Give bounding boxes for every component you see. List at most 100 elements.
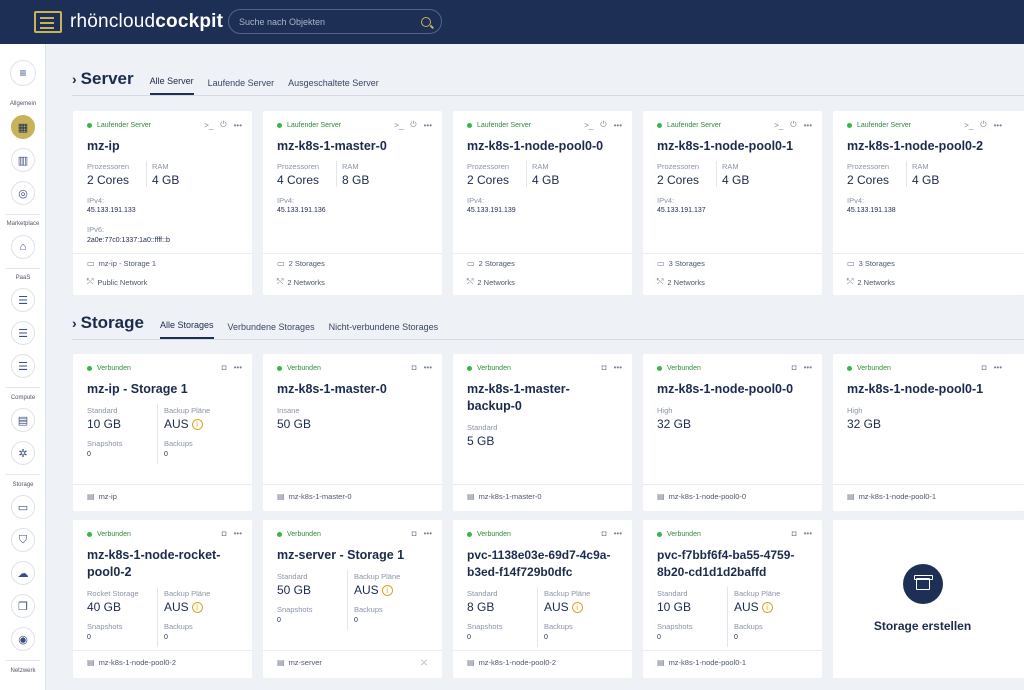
- kubernetes-icon[interactable]: ✲: [11, 441, 35, 465]
- storage-card[interactable]: Verbunden ◘ ••• mz-k8s-1-node-pool0-1 Hig…: [833, 354, 1024, 511]
- camera-icon[interactable]: ◘: [982, 363, 987, 372]
- database-icon[interactable]: ☰: [11, 321, 35, 345]
- storage-card[interactable]: Verbunden ◘ ••• mz-ip - Storage 1 Standar…: [73, 354, 252, 511]
- server-name[interactable]: mz-k8s-1-node-pool0-0: [467, 138, 627, 155]
- database-icon[interactable]: ☰: [11, 288, 35, 312]
- more-icon[interactable]: •••: [804, 363, 812, 372]
- storage-icon[interactable]: ▭: [11, 495, 35, 519]
- camera-icon[interactable]: ◘: [222, 363, 227, 372]
- storage-link[interactable]: ▭ 2 Storages: [277, 259, 325, 268]
- storage-section-title[interactable]: › Storage: [72, 313, 144, 339]
- shield-icon[interactable]: ⛉: [11, 528, 35, 552]
- more-icon[interactable]: •••: [424, 363, 432, 372]
- power-icon[interactable]: ⏻: [980, 120, 986, 130]
- server-name[interactable]: mz-k8s-1-node-pool0-1: [657, 138, 817, 155]
- search-icon[interactable]: [421, 16, 431, 27]
- storage-name[interactable]: mz-k8s-1-node-rocket-pool0-2: [87, 547, 237, 581]
- info-icon[interactable]: i: [191, 602, 203, 613]
- server-name[interactable]: mz-ip: [87, 138, 247, 155]
- camera-icon[interactable]: ◘: [412, 363, 417, 372]
- power-icon[interactable]: ⏻: [220, 120, 226, 130]
- storage-name[interactable]: mz-k8s-1-node-pool0-1: [847, 381, 1007, 398]
- more-icon[interactable]: •••: [234, 363, 242, 372]
- network-link[interactable]: ⤲ 2 Networks: [847, 277, 895, 287]
- storage-name[interactable]: mz-k8s-1-master-backup-0: [467, 381, 587, 415]
- more-icon[interactable]: •••: [424, 121, 432, 130]
- search-box[interactable]: [228, 9, 442, 34]
- console-icon[interactable]: >_: [394, 121, 403, 130]
- server-card[interactable]: Laufender Server >_ ⏻ ••• mz-ip Prozessore…: [73, 111, 252, 295]
- storage-name[interactable]: pvc-1138e03e-69d7-4c9a-b3ed-f14f729b0dfc: [467, 547, 627, 581]
- storage-link[interactable]: ▭ 3 Storages: [847, 259, 895, 268]
- files-icon[interactable]: ❐: [11, 594, 35, 618]
- info-icon[interactable]: i: [571, 602, 583, 613]
- network-link[interactable]: ⤲ Public Network: [87, 277, 147, 287]
- more-icon[interactable]: •••: [804, 529, 812, 538]
- more-icon[interactable]: •••: [614, 529, 622, 538]
- console-icon[interactable]: >_: [204, 121, 213, 130]
- storage-card[interactable]: Verbunden ◘ ••• mz-k8s-1-node-pool0-0 Hig…: [643, 354, 822, 511]
- server-card[interactable]: Laufender Server >_ ⏻ ••• mz-k8s-1-node-po…: [643, 111, 822, 295]
- cloud-icon[interactable]: ☁: [11, 561, 35, 585]
- more-icon[interactable]: •••: [234, 121, 242, 130]
- chart-icon[interactable]: ▥: [11, 148, 35, 172]
- storage-name[interactable]: mz-k8s-1-master-0: [277, 381, 437, 398]
- camera-icon[interactable]: ◘: [412, 529, 417, 538]
- tab-all-storages[interactable]: Alle Storages: [159, 320, 214, 339]
- tab-connected-storages[interactable]: Verbundene Storages: [228, 322, 315, 339]
- network-link[interactable]: ⤲ 2 Networks: [277, 277, 325, 287]
- camera-icon[interactable]: ◘: [792, 363, 797, 372]
- server-link[interactable]: ▤ mz-k8s-1-node-pool0-0: [657, 492, 746, 501]
- disk-icon[interactable]: ◉: [11, 627, 35, 651]
- storage-card[interactable]: Verbunden ◘ ••• mz-server - Storage 1 Sta…: [263, 520, 442, 678]
- server-link[interactable]: ▤ mz-ip: [87, 492, 117, 501]
- dashboard-icon[interactable]: ▦: [11, 115, 35, 139]
- more-icon[interactable]: •••: [994, 121, 1002, 130]
- info-icon[interactable]: i: [761, 602, 773, 613]
- info-icon[interactable]: i: [381, 585, 393, 596]
- storage-link[interactable]: ▭ 2 Storages: [467, 259, 515, 268]
- server-link[interactable]: ▤ mz-k8s-1-node-pool0-1: [657, 658, 746, 667]
- more-icon[interactable]: •••: [804, 121, 812, 130]
- server-link[interactable]: ▤ mz-k8s-1-master-0: [467, 492, 542, 501]
- network-link[interactable]: ⤲ 2 Networks: [467, 277, 515, 287]
- storage-card[interactable]: Verbunden ◘ ••• pvc-f7bbf6f4-ba55-4759-8b…: [643, 520, 822, 678]
- camera-icon[interactable]: ◘: [792, 529, 797, 538]
- tab-unconnected-storages[interactable]: Nicht-verbundene Storages: [329, 322, 439, 339]
- create-storage-card[interactable]: Storage erstellen: [833, 520, 1024, 678]
- server-card[interactable]: Laufender Server >_ ⏻ ••• mz-k8s-1-node-po…: [453, 111, 632, 295]
- camera-icon[interactable]: ◘: [222, 529, 227, 538]
- more-icon[interactable]: •••: [994, 363, 1002, 372]
- console-icon[interactable]: >_: [774, 121, 783, 130]
- more-icon[interactable]: •••: [614, 363, 622, 372]
- more-icon[interactable]: •••: [614, 121, 622, 130]
- server-icon[interactable]: ▤: [11, 408, 35, 432]
- unlink-icon[interactable]: ⤫: [421, 658, 427, 668]
- camera-icon[interactable]: ◘: [602, 529, 607, 538]
- server-link[interactable]: ▤ mz-k8s-1-node-pool0-2: [467, 658, 556, 667]
- server-name[interactable]: mz-k8s-1-master-0: [277, 138, 437, 155]
- search-input[interactable]: [239, 16, 409, 27]
- menu-icon[interactable]: ≡: [10, 60, 36, 86]
- info-icon[interactable]: i: [191, 419, 203, 430]
- database-icon[interactable]: ☰: [11, 354, 35, 378]
- server-link[interactable]: ▤ mz-k8s-1-master-0: [277, 492, 352, 501]
- storage-name[interactable]: mz-server - Storage 1: [277, 547, 437, 564]
- power-icon[interactable]: ⏻: [790, 120, 796, 130]
- power-icon[interactable]: ⏻: [410, 120, 416, 130]
- server-card[interactable]: Laufender Server >_ ⏻ ••• mz-k8s-1-node-po…: [833, 111, 1024, 295]
- server-link[interactable]: ▤ mz-k8s-1-node-pool0-2: [87, 658, 176, 667]
- more-icon[interactable]: •••: [234, 529, 242, 538]
- server-card[interactable]: Laufender Server >_ ⏻ ••• mz-k8s-1-master-…: [263, 111, 442, 295]
- location-icon[interactable]: ◎: [11, 181, 35, 205]
- network-link[interactable]: ⤲ 2 Networks: [657, 277, 705, 287]
- power-icon[interactable]: ⏻: [600, 120, 606, 130]
- tab-running-servers[interactable]: Laufende Server: [208, 78, 275, 95]
- create-storage-button[interactable]: [903, 564, 943, 604]
- storage-card[interactable]: Verbunden ◘ ••• pvc-1138e03e-69d7-4c9a-b3…: [453, 520, 632, 678]
- storage-name[interactable]: mz-ip - Storage 1: [87, 381, 247, 398]
- tab-all-servers[interactable]: Alle Server: [149, 76, 194, 95]
- console-icon[interactable]: >_: [964, 121, 973, 130]
- server-link[interactable]: ▤ mz-server: [277, 658, 322, 667]
- marketplace-icon[interactable]: ⌂: [11, 235, 35, 259]
